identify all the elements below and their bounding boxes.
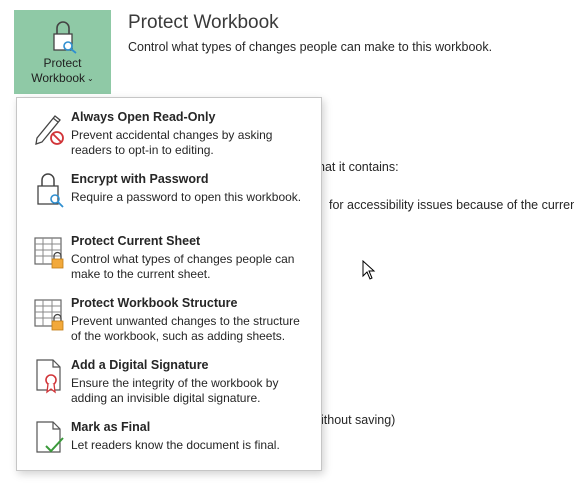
background-text-accessibility: for accessibility issues because of the … [329,198,574,212]
menu-item-protect-current-sheet[interactable]: Protect Current Sheet Control what types… [17,226,321,286]
mouse-cursor-icon [362,260,376,280]
ribbon-signature-icon [36,359,61,394]
menu-item-encrypt-with-password[interactable]: Encrypt with Password Require a password… [17,164,321,224]
menu-item-title: Always Open Read-Only [71,110,216,124]
pencil-no-icon [35,115,64,145]
menu-item-title: Encrypt with Password [71,172,209,186]
menu-item-add-digital-signature[interactable]: Add a Digital Signature Ensure the integ… [17,350,321,410]
sheet-lock-icon [34,237,64,269]
menu-item-mark-as-final[interactable]: Mark as Final Let readers know the docum… [17,412,321,472]
menu-item-description: Prevent accidental changes by asking rea… [71,128,273,157]
protect-button-line2: Workbook [31,71,86,85]
menu-item-title: Mark as Final [71,420,151,434]
menu-item-title: Add a Digital Signature [71,358,209,372]
menu-item-description: Ensure the integrity of the workbook by … [71,376,279,405]
chevron-down-icon: ⌄ [87,74,94,83]
protect-workbook-button[interactable]: Protect Workbook ⌄ [14,10,111,94]
background-text-saving: ithout saving) [321,413,396,427]
menu-item-description: Control what types of changes people can… [71,252,295,281]
menu-item-always-open-read-only[interactable]: Always Open Read-Only Prevent accidental… [17,102,321,162]
lock-key-icon [37,173,64,208]
lock-key-icon [52,21,77,54]
workbook-lock-icon [34,299,64,331]
menu-item-description: Let readers know the document is final. [71,438,280,452]
menu-item-description: Prevent unwanted changes to the structur… [71,314,300,343]
document-check-icon [36,421,64,453]
menu-item-title: Protect Workbook Structure [71,296,238,310]
page-title: Protect Workbook [128,12,279,33]
menu-item-title: Protect Current Sheet [71,234,201,248]
protect-button-line1: Protect [43,56,82,70]
background-text-contains: hat it contains: [318,160,399,174]
menu-item-description: Require a password to open this workbook… [71,190,302,204]
protect-workbook-menu: Always Open Read-Only Prevent accidental… [16,97,322,471]
menu-item-protect-workbook-structure[interactable]: Protect Workbook Structure Prevent unwan… [17,288,321,348]
page-subtitle: Control what types of changes people can… [128,40,493,54]
